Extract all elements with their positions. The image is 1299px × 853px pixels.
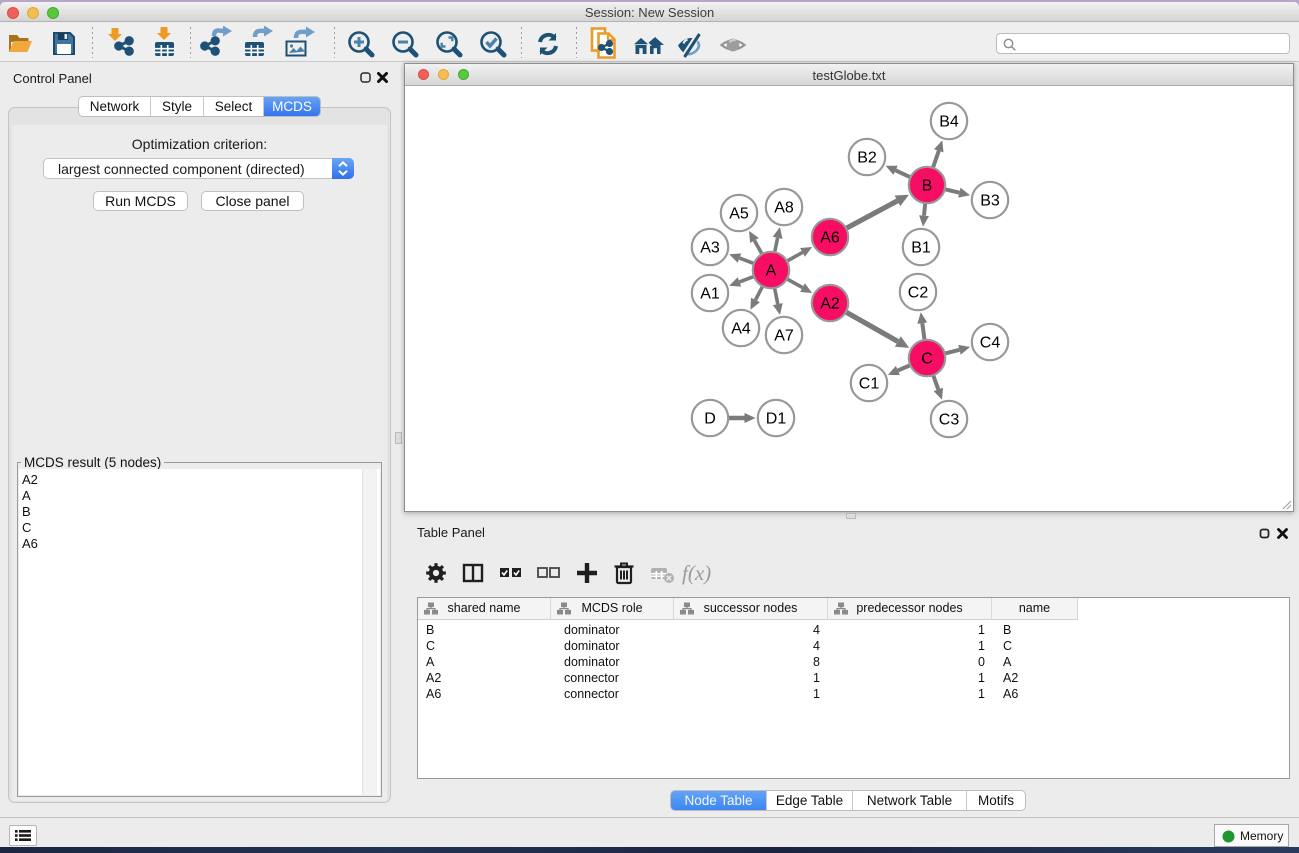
- svg-text:C2: C2: [908, 285, 929, 302]
- svg-text:A4: A4: [731, 321, 751, 338]
- svg-text:B2: B2: [857, 150, 877, 167]
- svg-text:A3: A3: [700, 240, 720, 257]
- svg-text:B: B: [922, 178, 933, 195]
- svg-text:f(x): f(x): [682, 561, 711, 585]
- svg-text:B4: B4: [939, 114, 959, 131]
- svg-text:B3: B3: [980, 193, 1000, 210]
- svg-text:D: D: [704, 411, 716, 428]
- svg-text:C3: C3: [939, 412, 960, 429]
- svg-text:A1: A1: [700, 286, 720, 303]
- svg-text:A: A: [766, 263, 777, 280]
- svg-text:C: C: [921, 351, 933, 368]
- svg-text:A2: A2: [820, 296, 840, 313]
- svg-text:D1: D1: [766, 411, 787, 428]
- svg-text:C1: C1: [859, 376, 880, 393]
- svg-text:A5: A5: [729, 206, 749, 223]
- svg-text:A7: A7: [774, 328, 794, 345]
- svg-text:B1: B1: [911, 240, 931, 257]
- svg-text:A8: A8: [774, 200, 794, 217]
- svg-text:C4: C4: [980, 335, 1001, 352]
- svg-text:A6: A6: [820, 230, 840, 247]
